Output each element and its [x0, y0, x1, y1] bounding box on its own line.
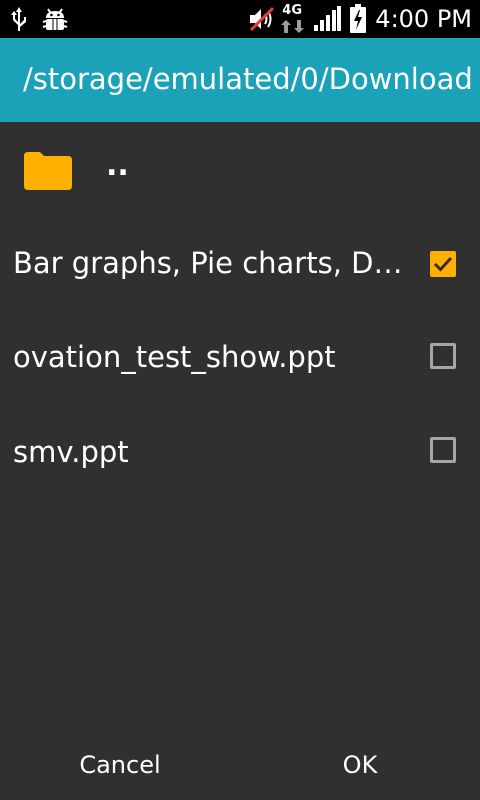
network-type-label: 4G — [282, 3, 303, 18]
status-clock: 4:00 PM — [375, 5, 472, 33]
status-left-icons — [10, 6, 68, 32]
status-bar: 4G 4:00 PM — [0, 0, 480, 38]
file-name: ovation_test_show.ppt — [13, 340, 336, 374]
parent-directory-label: .. — [106, 148, 129, 183]
folder-icon — [24, 152, 72, 194]
title-bar: /storage/emulated/0/Download — [0, 38, 480, 122]
usb-icon — [10, 6, 28, 32]
checkbox-unchecked[interactable] — [430, 343, 456, 369]
list-item[interactable]: Bar graphs, Pie charts, D… — [0, 218, 480, 314]
checkmark-icon — [433, 256, 453, 272]
checkbox-unchecked[interactable] — [430, 437, 456, 463]
file-name: Bar graphs, Pie charts, D… — [13, 246, 403, 280]
list-item[interactable]: smv.ppt — [0, 410, 480, 506]
list-item[interactable]: ovation_test_show.ppt — [0, 314, 480, 410]
volume-muted-icon — [247, 5, 277, 33]
cancel-button[interactable]: Cancel — [0, 730, 240, 800]
signal-icon — [313, 6, 342, 32]
network-4g-icon: 4G — [281, 3, 307, 34]
dialog-buttons: Cancel OK — [0, 730, 480, 800]
status-right-icons: 4G 4:00 PM — [247, 3, 472, 34]
parent-directory-row[interactable]: .. — [0, 122, 480, 218]
file-name: smv.ppt — [13, 435, 129, 469]
battery-charging-icon — [349, 4, 367, 34]
current-path-title: /storage/emulated/0/Download — [23, 62, 473, 96]
checkbox-checked[interactable] — [430, 251, 456, 277]
ok-button[interactable]: OK — [240, 730, 480, 800]
android-debug-icon — [42, 6, 68, 32]
